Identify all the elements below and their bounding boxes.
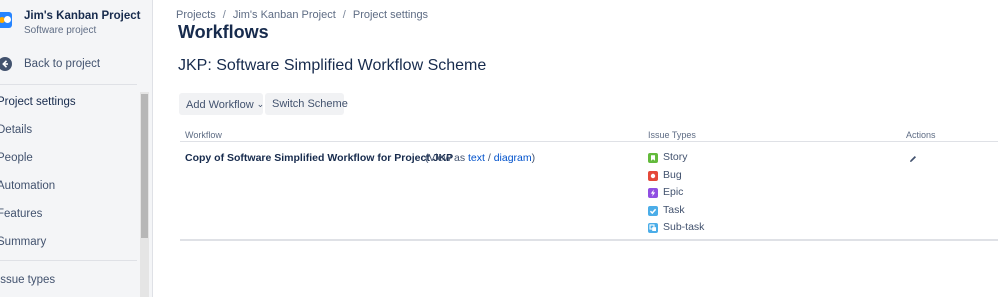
add-workflow-button[interactable]: Add Workflow ⌄ (179, 93, 265, 115)
bug-icon (648, 170, 658, 181)
arrow-left-icon (0, 57, 12, 71)
chevron-down-icon: ⌄ (256, 99, 265, 109)
sidebar-divider (0, 260, 137, 261)
issue-type-label: Task (663, 203, 685, 216)
sidebar-item-people[interactable]: People (0, 148, 137, 168)
issue-type-label: Bug (663, 168, 682, 181)
sidebar-scrollbar[interactable] (140, 92, 149, 297)
view-as-prefix: (View as (425, 152, 466, 164)
page-title: Workflows (178, 22, 269, 42)
project-avatar (0, 12, 12, 28)
project-name: Jim's Kanban Project (24, 10, 141, 22)
story-icon (648, 153, 658, 163)
workflow-name: Copy of Software Simplified Workflow for… (185, 152, 454, 164)
sidebar-divider (0, 84, 137, 85)
issue-type-label: Epic (663, 186, 684, 198)
add-workflow-label: Add Workflow (186, 99, 254, 111)
sidebar-item-details[interactable]: Details (0, 120, 137, 140)
scheme-title: JKP: Software Simplified Workflow Scheme (178, 57, 487, 74)
breadcrumb-separator: / (222, 9, 226, 21)
view-as-links: (View as text / diagram) (425, 152, 535, 164)
view-as-separator: / (487, 152, 491, 164)
breadcrumb-project-settings[interactable]: Project settings (353, 9, 428, 21)
issue-type-label: Sub-task (663, 221, 705, 233)
project-sidebar: Jim's Kanban Project Software project Ba… (0, 0, 153, 297)
main-content: Projects / Jim's Kanban Project / Project se… (153, 0, 998, 297)
task-icon (648, 205, 658, 216)
subtask-icon (648, 223, 658, 233)
table-row: Copy of Software Simplified Workflow for… (180, 143, 998, 241)
back-to-project-label: Back to project (24, 58, 101, 70)
table-header: Workflow Issue Types Actions (180, 126, 998, 142)
sidebar-item-issue-types[interactable]: Issue types (0, 270, 137, 290)
view-as-suffix: ) (531, 152, 536, 164)
column-header-workflow: Workflow (185, 130, 222, 140)
back-to-project-link[interactable]: Back to project (0, 54, 140, 74)
project-type: Software project (24, 25, 97, 36)
view-as-text-link[interactable]: text (468, 152, 485, 164)
sidebar-item-summary[interactable]: Summary (0, 232, 137, 252)
column-header-issue-types: Issue Types (648, 130, 696, 140)
issue-type-label: Story (663, 151, 688, 163)
scrollbar-thumb[interactable] (141, 94, 148, 238)
column-header-actions: Actions (906, 130, 936, 140)
breadcrumb: Projects / Jim's Kanban Project / Project se… (176, 9, 428, 21)
sidebar-item-features[interactable]: Features (0, 204, 137, 224)
edit-pencil-icon[interactable] (908, 151, 918, 162)
switch-scheme-button[interactable]: Switch Scheme (265, 93, 348, 115)
project-header[interactable]: Jim's Kanban Project Software project (0, 8, 141, 40)
sidebar-item-project-settings[interactable]: Project settings (0, 92, 137, 112)
breadcrumb-project[interactable]: Jim's Kanban Project (233, 9, 336, 21)
breadcrumb-separator: / (342, 9, 346, 21)
breadcrumb-projects[interactable]: Projects (176, 9, 216, 21)
epic-icon (648, 188, 658, 198)
view-as-diagram-link[interactable]: diagram (494, 152, 532, 164)
sidebar-item-automation[interactable]: Automation (0, 176, 137, 196)
